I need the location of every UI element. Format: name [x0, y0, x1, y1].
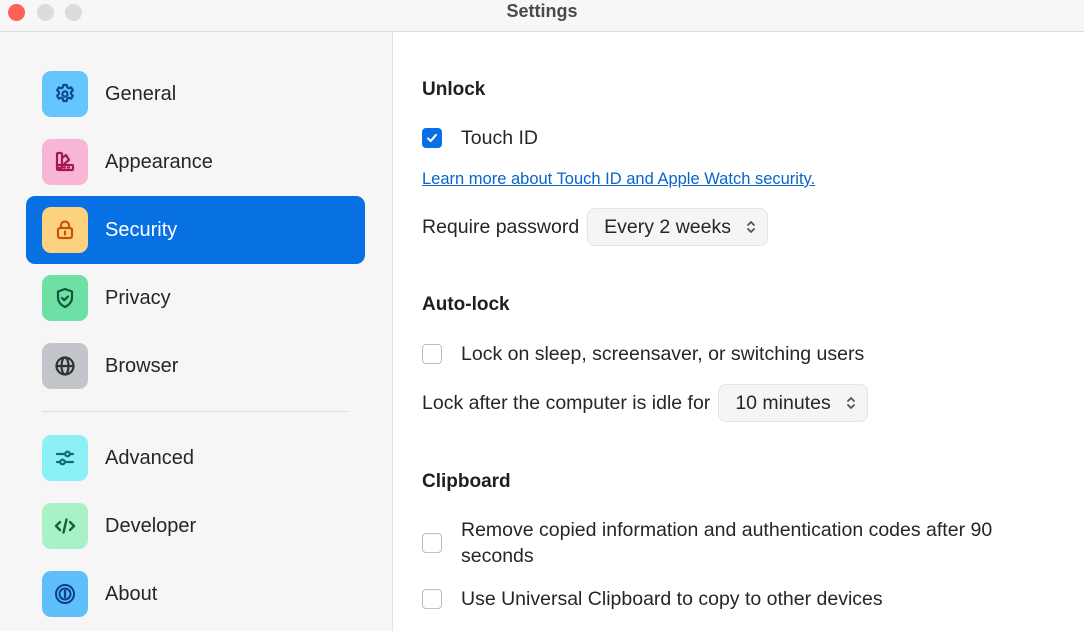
sidebar-item-browser[interactable]: Browser [26, 332, 365, 400]
sidebar-item-security[interactable]: Security [26, 196, 365, 264]
idle-lock-label: Lock after the computer is idle for [422, 391, 711, 414]
sidebar-item-label: Appearance [105, 151, 213, 173]
sidebar-item-label: Advanced [105, 447, 194, 469]
section-title-autolock: Auto-lock [422, 294, 510, 315]
sidebar-item-label: Privacy [105, 287, 171, 309]
sidebar-item-general[interactable]: General [26, 60, 365, 128]
palette-icon [42, 139, 88, 185]
globe-icon [42, 343, 88, 389]
chevron-up-down-icon [747, 221, 755, 233]
window-title: Settings [506, 1, 578, 21]
idle-lock-value: 10 minutes [735, 391, 831, 414]
learn-more-touch-id-link[interactable]: Learn more about Touch ID and Apple Watc… [422, 170, 815, 189]
require-password-row: Require password Every 2 weeks [422, 208, 768, 246]
sidebar-item-label: Developer [105, 515, 197, 537]
info-ring-icon [42, 571, 88, 617]
touch-id-option[interactable]: Touch ID [422, 126, 538, 150]
sidebar-item-developer[interactable]: Developer [26, 492, 365, 560]
sidebar-item-label: Security [105, 219, 178, 241]
chevron-up-down-icon [846, 397, 855, 409]
universal-clipboard-checkbox[interactable] [422, 589, 442, 609]
title-bar: Settings [0, 0, 1084, 32]
checkmark-icon [427, 133, 437, 143]
sidebar-item-label: Browser [105, 355, 179, 377]
code-icon [42, 503, 88, 549]
sidebar-item-advanced[interactable]: Advanced [26, 424, 365, 492]
touch-id-label: Touch ID [461, 126, 538, 149]
lock-on-sleep-option[interactable]: Lock on sleep, screensaver, or switching… [422, 342, 864, 366]
sidebar-item-privacy[interactable]: Privacy [26, 264, 365, 332]
sidebar: General Appearance Security Privacy Brow… [0, 32, 393, 631]
gear-icon [42, 71, 88, 117]
require-password-label: Require password [422, 215, 580, 238]
sidebar-item-label: General [105, 83, 177, 105]
idle-lock-select[interactable]: 10 minutes [718, 384, 868, 422]
sidebar-item-appearance[interactable]: Appearance [26, 128, 365, 196]
lock-on-sleep-label: Lock on sleep, screensaver, or switching… [461, 342, 865, 365]
require-password-select[interactable]: Every 2 weeks [587, 208, 768, 246]
universal-clipboard-option[interactable]: Use Universal Clipboard to copy to other… [422, 587, 883, 611]
touch-id-checkbox[interactable] [422, 128, 442, 148]
sidebar-item-about[interactable]: About [26, 560, 365, 628]
sidebar-item-label: About [105, 583, 158, 605]
section-title-clipboard: Clipboard [422, 471, 511, 492]
require-password-value: Every 2 weeks [604, 215, 731, 238]
lock-icon [42, 207, 88, 253]
remove-copied-checkbox[interactable] [422, 533, 442, 553]
idle-lock-row: Lock after the computer is idle for 10 m… [422, 384, 868, 422]
remove-copied-label: Remove copied information and authentica… [461, 519, 993, 567]
shield-check-icon [42, 275, 88, 321]
sliders-icon [42, 435, 88, 481]
lock-on-sleep-checkbox[interactable] [422, 344, 442, 364]
settings-content: Unlock Touch ID Learn more about Touch I… [393, 32, 1084, 631]
section-title-unlock: Unlock [422, 79, 486, 100]
remove-copied-option[interactable]: Remove copied information and authentica… [422, 517, 1062, 569]
universal-clipboard-label: Use Universal Clipboard to copy to other… [461, 587, 883, 610]
sidebar-divider [42, 411, 348, 412]
